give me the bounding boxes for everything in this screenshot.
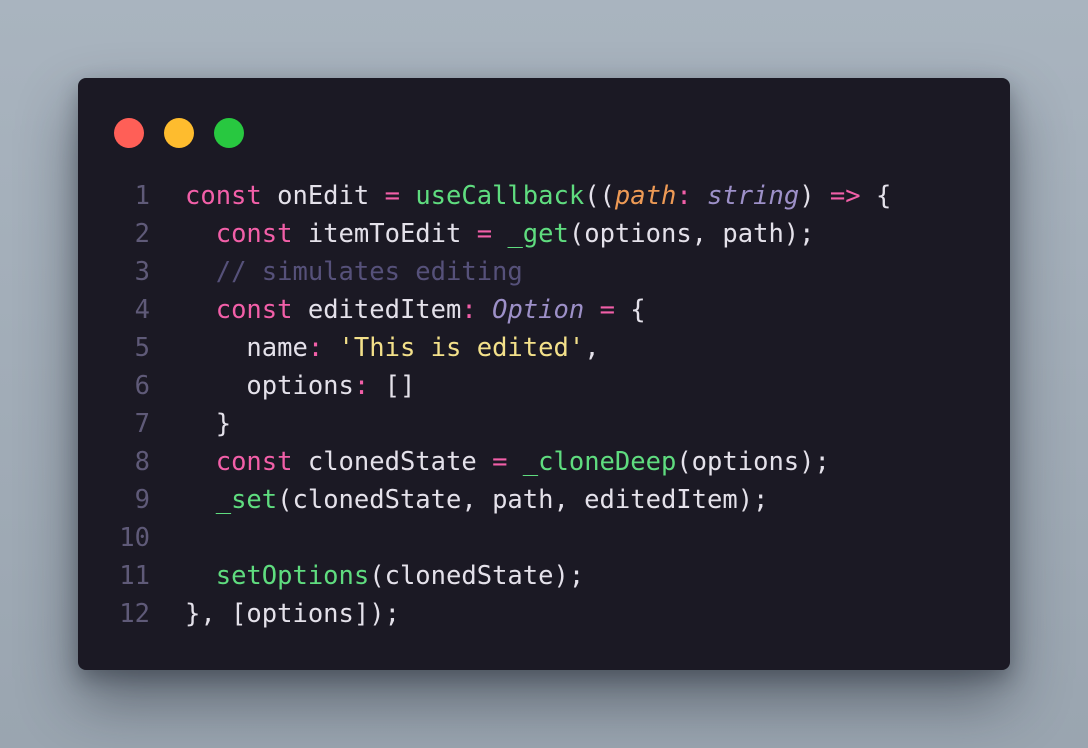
line-source: _set(clonedState, path, editedItem); <box>185 481 769 519</box>
code-token: path <box>614 181 677 211</box>
code-line: 6 options: [] <box>108 367 988 405</box>
code-token: 'This is edited' <box>338 333 585 363</box>
code-token: }, [options]); <box>185 599 400 629</box>
code-line: 8 const clonedState = _cloneDeep(options… <box>108 443 988 481</box>
code-line: 10 <box>108 519 988 557</box>
line-number: 4 <box>134 295 150 325</box>
code-token: const <box>215 447 293 477</box>
line-number: 10 <box>119 523 150 553</box>
line-source: // simulates editing <box>185 253 523 291</box>
code-line: 12 }, [options]); <box>108 595 988 633</box>
code-token: = <box>599 295 615 325</box>
line-number: 1 <box>134 181 150 211</box>
line-source: }, [options]); <box>185 595 400 633</box>
code-line: 4 const editedItem: Option = { <box>108 291 988 329</box>
code-token: } <box>185 409 232 439</box>
line-source: const onEdit = useCallback((path: string… <box>185 177 891 215</box>
code-token: options <box>185 371 354 401</box>
code-token: ) <box>799 181 830 211</box>
line-number: 7 <box>134 409 150 439</box>
code-token: const <box>185 181 262 211</box>
code-token: = <box>476 219 493 249</box>
code-token: , <box>584 333 600 363</box>
code-token: itemToEdit <box>292 219 477 249</box>
code-token: { <box>614 295 646 325</box>
line-source: } <box>185 405 231 443</box>
line-source: name: 'This is edited', <box>185 329 600 367</box>
code-token: { <box>860 181 892 211</box>
code-block: 1 const onEdit = useCallback((path: strin… <box>108 177 988 633</box>
line-number: 9 <box>134 485 150 515</box>
code-token: : <box>353 371 370 401</box>
code-line: 7 } <box>108 405 988 443</box>
code-line: 9 _set(clonedState, path, editedItem); <box>108 481 988 519</box>
code-token: (options); <box>676 447 830 477</box>
code-token: const <box>215 295 293 325</box>
line-number: 5 <box>134 333 150 363</box>
line-source: options: [] <box>185 367 415 405</box>
code-window: 1 const onEdit = useCallback((path: strin… <box>78 78 1010 670</box>
line-source: setOptions(clonedState); <box>185 557 584 595</box>
line-number: 12 <box>119 599 150 629</box>
code-token: => <box>829 181 861 211</box>
line-number: 6 <box>134 371 150 401</box>
code-token: // simulates editing <box>215 257 523 287</box>
code-token: _get <box>507 219 569 249</box>
line-source: const clonedState = _cloneDeep(options); <box>185 443 830 481</box>
line-number: 8 <box>134 447 150 477</box>
code-token: setOptions <box>215 561 370 591</box>
code-token: : <box>676 181 692 211</box>
code-token: [] <box>369 371 416 401</box>
line-source: const itemToEdit = _get(options, path); <box>185 215 815 253</box>
code-token: clonedState <box>292 447 493 477</box>
code-token: useCallback <box>415 181 585 211</box>
code-token: (clonedState); <box>369 561 585 591</box>
code-token: : <box>307 333 324 363</box>
code-token: onEdit <box>261 181 385 211</box>
code-token: = <box>492 447 508 477</box>
code-line: 5 name: 'This is edited', <box>108 329 988 367</box>
code-line: 11 setOptions(clonedState); <box>108 557 988 595</box>
line-source: const editedItem: Option = { <box>185 291 646 329</box>
code-token: = <box>384 181 400 211</box>
code-token: (clonedState, path, editedItem); <box>277 485 769 515</box>
code-line: 2 const itemToEdit = _get(options, path)… <box>108 215 988 253</box>
line-number: 11 <box>119 561 150 591</box>
code-token: _set <box>215 485 278 515</box>
close-dot-icon[interactable] <box>114 118 144 148</box>
code-token: (( <box>584 181 615 211</box>
code-token: (options, path); <box>568 219 815 249</box>
line-number: 2 <box>134 219 150 249</box>
minimize-dot-icon[interactable] <box>164 118 194 148</box>
code-line: 3 // simulates editing <box>108 253 988 291</box>
code-line: 1 const onEdit = useCallback((path: strin… <box>108 177 988 215</box>
code-token: name <box>185 333 308 363</box>
code-token: const <box>215 219 293 249</box>
code-token: Option <box>492 295 585 325</box>
maximize-dot-icon[interactable] <box>214 118 244 148</box>
code-token: string <box>707 181 800 211</box>
code-token: editedItem <box>292 295 462 325</box>
line-number: 3 <box>134 257 150 287</box>
code-token: _cloneDeep <box>522 447 677 477</box>
code-token: : <box>461 295 477 325</box>
